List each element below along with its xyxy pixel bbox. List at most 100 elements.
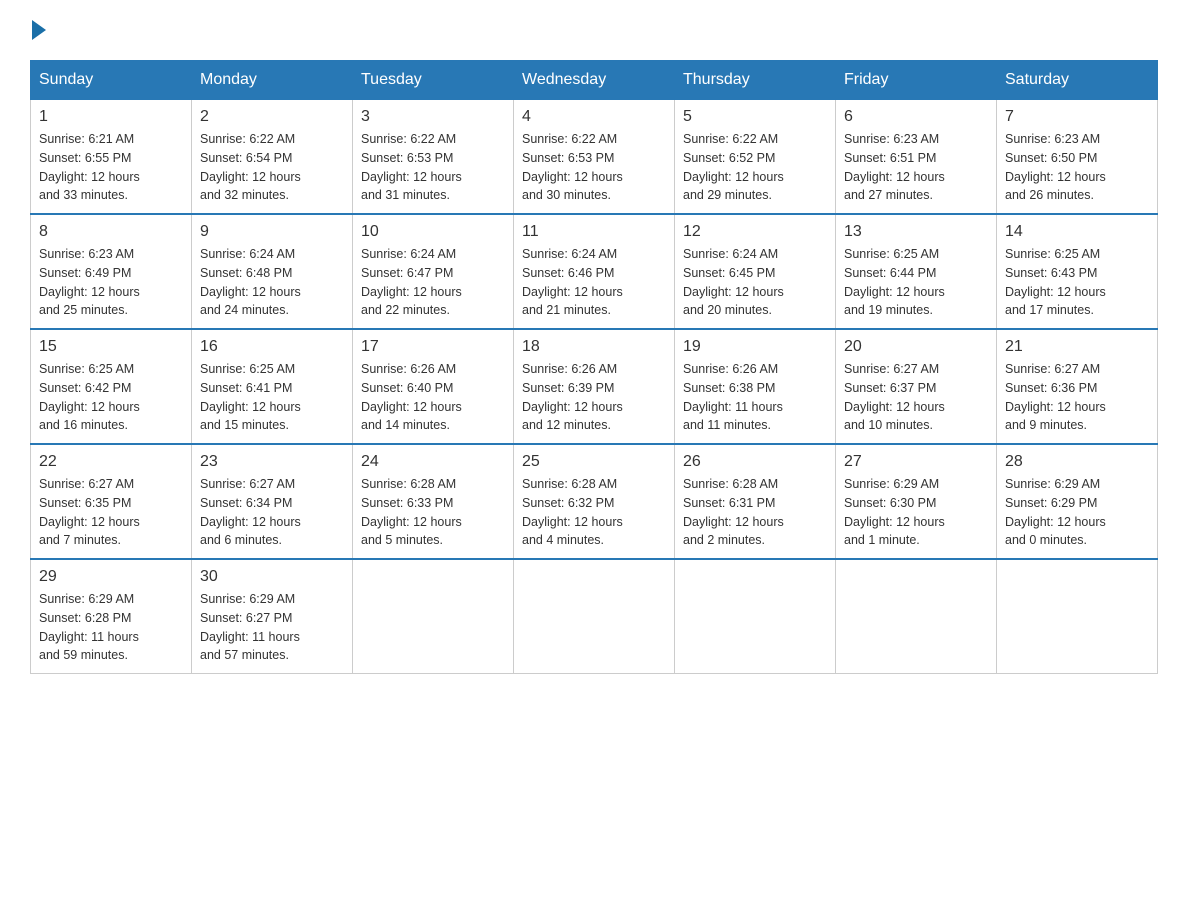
- day-info: Sunrise: 6:29 AMSunset: 6:27 PMDaylight:…: [200, 590, 344, 665]
- day-info: Sunrise: 6:24 AMSunset: 6:46 PMDaylight:…: [522, 245, 666, 320]
- calendar-table: SundayMondayTuesdayWednesdayThursdayFrid…: [30, 60, 1158, 674]
- day-info: Sunrise: 6:23 AMSunset: 6:51 PMDaylight:…: [844, 130, 988, 205]
- day-number: 9: [200, 223, 344, 241]
- calendar-week-row: 1 Sunrise: 6:21 AMSunset: 6:55 PMDaylight…: [31, 100, 1158, 215]
- calendar-day-cell: 30 Sunrise: 6:29 AMSunset: 6:27 PMDayligh…: [192, 559, 353, 674]
- calendar-day-cell: 8 Sunrise: 6:23 AMSunset: 6:49 PMDaylight…: [31, 214, 192, 329]
- day-info: Sunrise: 6:28 AMSunset: 6:32 PMDaylight:…: [522, 475, 666, 550]
- calendar-day-cell: 11 Sunrise: 6:24 AMSunset: 6:46 PMDayligh…: [514, 214, 675, 329]
- calendar-week-row: 8 Sunrise: 6:23 AMSunset: 6:49 PMDaylight…: [31, 214, 1158, 329]
- day-number: 16: [200, 338, 344, 356]
- calendar-day-cell: 9 Sunrise: 6:24 AMSunset: 6:48 PMDaylight…: [192, 214, 353, 329]
- day-number: 2: [200, 108, 344, 126]
- day-info: Sunrise: 6:26 AMSunset: 6:40 PMDaylight:…: [361, 360, 505, 435]
- day-info: Sunrise: 6:29 AMSunset: 6:28 PMDaylight:…: [39, 590, 183, 665]
- day-number: 12: [683, 223, 827, 241]
- calendar-day-cell: 12 Sunrise: 6:24 AMSunset: 6:45 PMDayligh…: [675, 214, 836, 329]
- calendar-day-cell: 13 Sunrise: 6:25 AMSunset: 6:44 PMDayligh…: [836, 214, 997, 329]
- logo-arrow-icon: [32, 20, 46, 40]
- day-number: 26: [683, 453, 827, 471]
- calendar-day-cell: 21Sunrise: 6:27 AMSunset: 6:36 PMDayligh…: [997, 329, 1158, 444]
- weekday-header-cell: Tuesday: [353, 61, 514, 100]
- calendar-week-row: 15 Sunrise: 6:25 AMSunset: 6:42 PMDayligh…: [31, 329, 1158, 444]
- day-number: 18: [522, 338, 666, 356]
- calendar-day-cell: 29 Sunrise: 6:29 AMSunset: 6:28 PMDayligh…: [31, 559, 192, 674]
- day-number: 21: [1005, 338, 1149, 356]
- day-info: Sunrise: 6:27 AMSunset: 6:34 PMDaylight:…: [200, 475, 344, 550]
- day-info: Sunrise: 6:27 AMSunset: 6:37 PMDaylight:…: [844, 360, 988, 435]
- weekday-header-cell: Wednesday: [514, 61, 675, 100]
- day-info: Sunrise: 6:28 AMSunset: 6:31 PMDaylight:…: [683, 475, 827, 550]
- weekday-header-row: SundayMondayTuesdayWednesdayThursdayFrid…: [31, 61, 1158, 100]
- day-info: Sunrise: 6:23 AMSunset: 6:49 PMDaylight:…: [39, 245, 183, 320]
- day-number: 25: [522, 453, 666, 471]
- day-number: 13: [844, 223, 988, 241]
- calendar-day-cell: 2 Sunrise: 6:22 AMSunset: 6:54 PMDaylight…: [192, 100, 353, 215]
- day-number: 11: [522, 223, 666, 241]
- calendar-day-cell: 14 Sunrise: 6:25 AMSunset: 6:43 PMDayligh…: [997, 214, 1158, 329]
- day-info: Sunrise: 6:26 AMSunset: 6:39 PMDaylight:…: [522, 360, 666, 435]
- calendar-day-cell: 15 Sunrise: 6:25 AMSunset: 6:42 PMDayligh…: [31, 329, 192, 444]
- calendar-day-cell: 10 Sunrise: 6:24 AMSunset: 6:47 PMDayligh…: [353, 214, 514, 329]
- calendar-day-cell: [353, 559, 514, 674]
- calendar-day-cell: 22Sunrise: 6:27 AMSunset: 6:35 PMDayligh…: [31, 444, 192, 559]
- calendar-day-cell: 16 Sunrise: 6:25 AMSunset: 6:41 PMDayligh…: [192, 329, 353, 444]
- day-info: Sunrise: 6:25 AMSunset: 6:44 PMDaylight:…: [844, 245, 988, 320]
- calendar-day-cell: 3Sunrise: 6:22 AMSunset: 6:53 PMDaylight…: [353, 100, 514, 215]
- day-info: Sunrise: 6:29 AMSunset: 6:29 PMDaylight:…: [1005, 475, 1149, 550]
- page-header: [30, 20, 1158, 40]
- day-info: Sunrise: 6:29 AMSunset: 6:30 PMDaylight:…: [844, 475, 988, 550]
- day-number: 30: [200, 568, 344, 586]
- day-info: Sunrise: 6:24 AMSunset: 6:48 PMDaylight:…: [200, 245, 344, 320]
- calendar-week-row: 22Sunrise: 6:27 AMSunset: 6:35 PMDayligh…: [31, 444, 1158, 559]
- day-info: Sunrise: 6:23 AMSunset: 6:50 PMDaylight:…: [1005, 130, 1149, 205]
- day-info: Sunrise: 6:22 AMSunset: 6:52 PMDaylight:…: [683, 130, 827, 205]
- weekday-header-cell: Friday: [836, 61, 997, 100]
- day-number: 15: [39, 338, 183, 356]
- day-number: 10: [361, 223, 505, 241]
- day-info: Sunrise: 6:22 AMSunset: 6:53 PMDaylight:…: [361, 130, 505, 205]
- calendar-day-cell: 20 Sunrise: 6:27 AMSunset: 6:37 PMDayligh…: [836, 329, 997, 444]
- day-number: 20: [844, 338, 988, 356]
- day-number: 7: [1005, 108, 1149, 126]
- calendar-day-cell: 23 Sunrise: 6:27 AMSunset: 6:34 PMDayligh…: [192, 444, 353, 559]
- calendar-day-cell: 24 Sunrise: 6:28 AMSunset: 6:33 PMDayligh…: [353, 444, 514, 559]
- day-info: Sunrise: 6:24 AMSunset: 6:47 PMDaylight:…: [361, 245, 505, 320]
- logo: [30, 20, 48, 40]
- calendar-day-cell: [675, 559, 836, 674]
- day-number: 1: [39, 108, 183, 126]
- day-info: Sunrise: 6:25 AMSunset: 6:41 PMDaylight:…: [200, 360, 344, 435]
- day-number: 29: [39, 568, 183, 586]
- day-info: Sunrise: 6:21 AMSunset: 6:55 PMDaylight:…: [39, 130, 183, 205]
- calendar-day-cell: 7 Sunrise: 6:23 AMSunset: 6:50 PMDaylight…: [997, 100, 1158, 215]
- day-number: 27: [844, 453, 988, 471]
- day-info: Sunrise: 6:24 AMSunset: 6:45 PMDaylight:…: [683, 245, 827, 320]
- day-number: 8: [39, 223, 183, 241]
- calendar-day-cell: 27 Sunrise: 6:29 AMSunset: 6:30 PMDayligh…: [836, 444, 997, 559]
- calendar-day-cell: [514, 559, 675, 674]
- weekday-header-cell: Monday: [192, 61, 353, 100]
- day-number: 5: [683, 108, 827, 126]
- calendar-day-cell: 6 Sunrise: 6:23 AMSunset: 6:51 PMDaylight…: [836, 100, 997, 215]
- day-number: 19: [683, 338, 827, 356]
- day-info: Sunrise: 6:25 AMSunset: 6:43 PMDaylight:…: [1005, 245, 1149, 320]
- day-info: Sunrise: 6:22 AMSunset: 6:53 PMDaylight:…: [522, 130, 666, 205]
- calendar-day-cell: 18 Sunrise: 6:26 AMSunset: 6:39 PMDayligh…: [514, 329, 675, 444]
- day-info: Sunrise: 6:26 AMSunset: 6:38 PMDaylight:…: [683, 360, 827, 435]
- day-info: Sunrise: 6:22 AMSunset: 6:54 PMDaylight:…: [200, 130, 344, 205]
- day-number: 6: [844, 108, 988, 126]
- day-info: Sunrise: 6:28 AMSunset: 6:33 PMDaylight:…: [361, 475, 505, 550]
- calendar-day-cell: 25 Sunrise: 6:28 AMSunset: 6:32 PMDayligh…: [514, 444, 675, 559]
- day-number: 17: [361, 338, 505, 356]
- weekday-header-cell: Sunday: [31, 61, 192, 100]
- calendar-day-cell: 1 Sunrise: 6:21 AMSunset: 6:55 PMDaylight…: [31, 100, 192, 215]
- calendar-day-cell: [997, 559, 1158, 674]
- day-number: 23: [200, 453, 344, 471]
- day-info: Sunrise: 6:25 AMSunset: 6:42 PMDaylight:…: [39, 360, 183, 435]
- day-number: 24: [361, 453, 505, 471]
- weekday-header-cell: Thursday: [675, 61, 836, 100]
- day-number: 14: [1005, 223, 1149, 241]
- day-number: 22: [39, 453, 183, 471]
- day-number: 28: [1005, 453, 1149, 471]
- calendar-day-cell: [836, 559, 997, 674]
